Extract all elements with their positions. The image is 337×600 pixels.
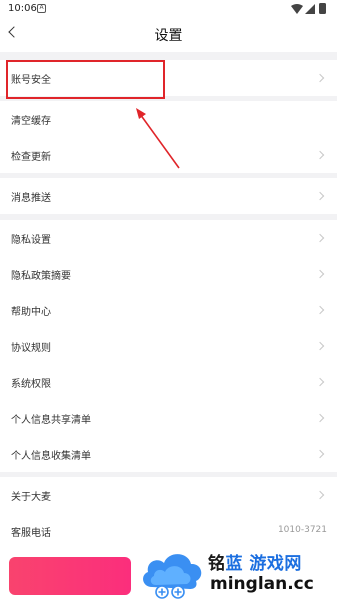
chevron-right-icon [315, 73, 325, 83]
settings-item-label: 隐私设置 [11, 235, 51, 246]
settings-group-account: 账号安全 [0, 60, 337, 96]
chevron-right-icon [315, 233, 325, 243]
settings-item-label: 消息推送 [11, 193, 51, 204]
settings-item-info-collection-list[interactable]: 个人信息收集清单 [0, 436, 337, 472]
settings-item-about[interactable]: 关于大麦 [0, 477, 337, 513]
watermark-brand-c: 游戏网 [249, 554, 302, 574]
nav-bar: 设置 [0, 18, 337, 52]
settings-item-clear-cache[interactable]: 清空缓存 [0, 101, 337, 137]
settings-group-notifications: 消息推送 [0, 178, 337, 214]
settings-item-agreements[interactable]: 协议规则 [0, 328, 337, 364]
settings-item-label: 客服电话 [11, 528, 51, 539]
customer-service-phone: 1010-3721 [277, 525, 327, 535]
wifi-icon [291, 4, 303, 14]
settings-item-label: 协议规则 [11, 343, 51, 354]
chevron-right-icon [315, 490, 325, 500]
chevron-right-icon [315, 413, 325, 423]
chevron-right-icon [315, 449, 325, 459]
cloud-logo-icon [143, 554, 202, 599]
settings-item-label: 检查更新 [11, 152, 51, 163]
settings-item-label: 清空缓存 [11, 116, 51, 127]
page-title: 设置 [154, 28, 183, 44]
chevron-right-icon [315, 150, 325, 160]
signal-icon [305, 4, 315, 14]
battery-icon [319, 3, 326, 14]
settings-item-help-center[interactable]: 帮助中心 [0, 292, 337, 328]
settings-item-privacy-policy-summary[interactable]: 隐私政策摘要 [0, 256, 337, 292]
chevron-right-icon [315, 341, 325, 351]
chevron-right-icon [315, 191, 325, 201]
settings-item-privacy-settings[interactable]: 隐私设置 [0, 220, 337, 256]
chevron-right-icon [315, 269, 325, 279]
settings-group-about: 关于大麦 客服电话 1010-3721 [0, 477, 337, 549]
chevron-right-icon [315, 305, 325, 315]
settings-group-storage: 清空缓存 检查更新 [0, 101, 337, 173]
settings-item-label: 账号安全 [11, 75, 51, 86]
settings-item-account-security[interactable]: 账号安全 [0, 60, 337, 96]
chevron-right-icon [315, 377, 325, 387]
watermark-domain: minglan.cc [210, 574, 314, 594]
settings-item-label: 系统权限 [11, 379, 51, 390]
settings-item-system-permissions[interactable]: 系统权限 [0, 364, 337, 400]
watermark-brand-a: 铭 [208, 554, 226, 574]
watermark-brand-b: 蓝 [225, 554, 243, 574]
status-bar: 10:06 A [0, 0, 337, 18]
settings-item-label: 个人信息收集清单 [11, 451, 91, 462]
settings-item-check-update[interactable]: 检查更新 [0, 137, 337, 173]
app-notification-icon: A [37, 4, 46, 13]
settings-item-label: 隐私政策摘要 [11, 271, 71, 282]
settings-item-push-messages[interactable]: 消息推送 [0, 178, 337, 214]
settings-item-label: 个人信息共享清单 [11, 415, 91, 426]
bottom-action-button[interactable] [9, 557, 131, 595]
settings-item-label: 帮助中心 [11, 307, 51, 318]
settings-item-label: 关于大麦 [11, 492, 51, 503]
settings-group-privacy: 隐私设置 隐私政策摘要 帮助中心 协议规则 系统权限 个人信息共享清单 个人信息… [0, 220, 337, 472]
settings-item-customer-service[interactable]: 客服电话 1010-3721 [0, 513, 337, 549]
settings-item-info-sharing-list[interactable]: 个人信息共享清单 [0, 400, 337, 436]
watermark: 铭蓝 游戏网 minglan.cc [138, 545, 337, 600]
watermark-brand: 铭蓝 游戏网 [208, 549, 302, 574]
status-time: 10:06 [8, 3, 37, 14]
